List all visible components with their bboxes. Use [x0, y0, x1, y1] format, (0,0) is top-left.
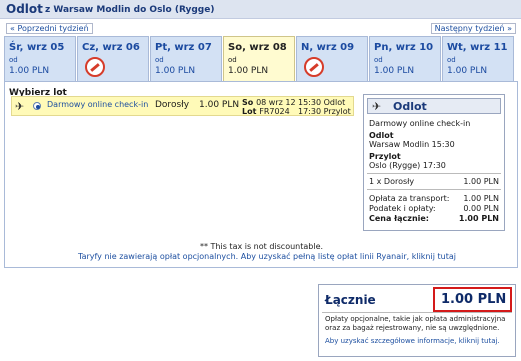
divider [367, 173, 501, 174]
day-name: Pt, wrz 07 [155, 42, 212, 53]
day-name: Śr, wrz 05 [9, 42, 65, 53]
transport-label: Opłata za transport: [369, 194, 450, 203]
summary-total-label: Cena łącznie: [369, 214, 430, 223]
day-price: 1.00 PLN [9, 66, 50, 76]
no-flights-icon [85, 57, 105, 77]
flight-price: 1.00 PLN [199, 100, 240, 110]
details-link[interactable]: Aby uzyskać szczegółowe informacje, klik… [325, 337, 511, 346]
price-from-label: od [374, 56, 383, 64]
day-name: Pn, wrz 10 [374, 42, 434, 53]
day-tab-wrz-07[interactable]: Pt, wrz 07 od 1.00 PLN [150, 36, 222, 81]
price-from-label: od [9, 56, 18, 64]
plane-icon: ✈ [372, 100, 382, 113]
flight-date: So 08 wrz 12 [242, 98, 296, 107]
arrival-time: 17:30 Przylot [298, 107, 351, 116]
arr-label: Przylot [323, 107, 351, 116]
tax-footnote: ** This tax is not discountable. [200, 242, 324, 251]
day-name: So, wrz 08 [228, 42, 287, 53]
summary-total-value: 1.00 PLN [458, 214, 499, 223]
summary-header: ✈ Odlot [367, 98, 501, 114]
day-tab-wrz-10[interactable]: Pn, wrz 10 od 1.00 PLN [369, 36, 441, 81]
date-value: 08 wrz 12 [256, 98, 296, 107]
day-price: 1.00 PLN [447, 66, 488, 76]
day-tab-wrz-11[interactable]: Wt, wrz 11 od 1.00 PLN [442, 36, 514, 81]
optional-fees-note: Opłaty opcjonalne, takie jak opłata admi… [325, 315, 506, 332]
summary-title: Odlot [393, 100, 427, 113]
total-price-highlight: 1.00 PLN [433, 287, 512, 312]
flight-no-value: FR7024 [259, 107, 290, 116]
day-price: 1.00 PLN [228, 66, 269, 76]
price-from-label: od [155, 56, 164, 64]
divider [322, 312, 512, 313]
dep-label: Odlot [323, 98, 346, 107]
day-name: Cz, wrz 06 [82, 42, 140, 53]
passenger-type: Dorosły [155, 100, 190, 110]
summary-dep-label: Odlot [369, 131, 394, 140]
transport-value: 1.00 PLN [463, 194, 499, 203]
route-subtitle: z Warsaw Modlin do Oslo (Rygge) [45, 5, 215, 15]
day-label: So [242, 98, 254, 107]
price-from-label: od [447, 56, 456, 64]
price-from-label: od [228, 56, 237, 64]
summary-arr-label: Przylot [369, 152, 401, 161]
flight-summary-box: ✈ Odlot Darmowy online check-in Odlot Wa… [363, 94, 505, 231]
day-price: 1.00 PLN [155, 66, 196, 76]
fare-type-link[interactable]: Darmowy online check-in [47, 100, 148, 109]
departure-time: 15:30 Odlot [298, 98, 345, 107]
divider [367, 189, 501, 190]
flight-number: Lot FR7024 [242, 107, 290, 116]
plane-icon: ✈ [15, 100, 25, 113]
day-selector: Śr, wrz 05 od 1.00 PLN Cz, wrz 06 Pt, wr… [4, 36, 518, 82]
day-tab-wrz-06[interactable]: Cz, wrz 06 [77, 36, 149, 81]
total-box: Łącznie 1.00 PLN Opłaty opcjonalne, taki… [318, 284, 516, 357]
tax-label: Podatek i opłaty: [369, 204, 436, 213]
page-title: Odlot [6, 2, 43, 16]
dep-time: 15:30 [298, 98, 322, 107]
flight-option-row[interactable]: ✈ Darmowy online check-in Dorosły 1.00 P… [11, 96, 354, 116]
total-price: 1.00 PLN [441, 292, 507, 307]
summary-dep-place: Warsaw Modlin 15:30 [369, 140, 455, 149]
flight-label: Lot [242, 107, 257, 116]
summary-pax: 1 x Dorosły [369, 177, 415, 186]
day-name: N, wrz 09 [301, 42, 355, 53]
tax-value: 0.00 PLN [463, 204, 499, 213]
day-tab-wrz-05[interactable]: Śr, wrz 05 od 1.00 PLN [4, 36, 76, 81]
day-tab-wrz-08[interactable]: So, wrz 08 od 1.00 PLN [223, 36, 295, 82]
fees-info-link[interactable]: Taryfy nie zawierają opłat opcjonalnych.… [78, 252, 456, 261]
summary-pax-price: 1.00 PLN [463, 177, 499, 186]
day-price: 1.00 PLN [374, 66, 415, 76]
next-week-button[interactable]: Następny tydzień » [430, 23, 516, 34]
total-label: Łącznie [325, 293, 376, 307]
no-flights-icon [304, 57, 324, 77]
page-header: Odlot z Warsaw Modlin do Oslo (Rygge) [0, 0, 521, 19]
summary-fare: Darmowy online check-in [369, 119, 471, 128]
arr-time: 17:30 [298, 107, 322, 116]
day-name: Wt, wrz 11 [447, 42, 508, 53]
previous-week-button[interactable]: « Poprzedni tydzień [6, 23, 93, 34]
summary-arr-place: Oslo (Rygge) 17:30 [369, 161, 446, 170]
day-tab-wrz-09[interactable]: N, wrz 09 [296, 36, 368, 81]
flight-radio-button[interactable] [33, 102, 41, 110]
